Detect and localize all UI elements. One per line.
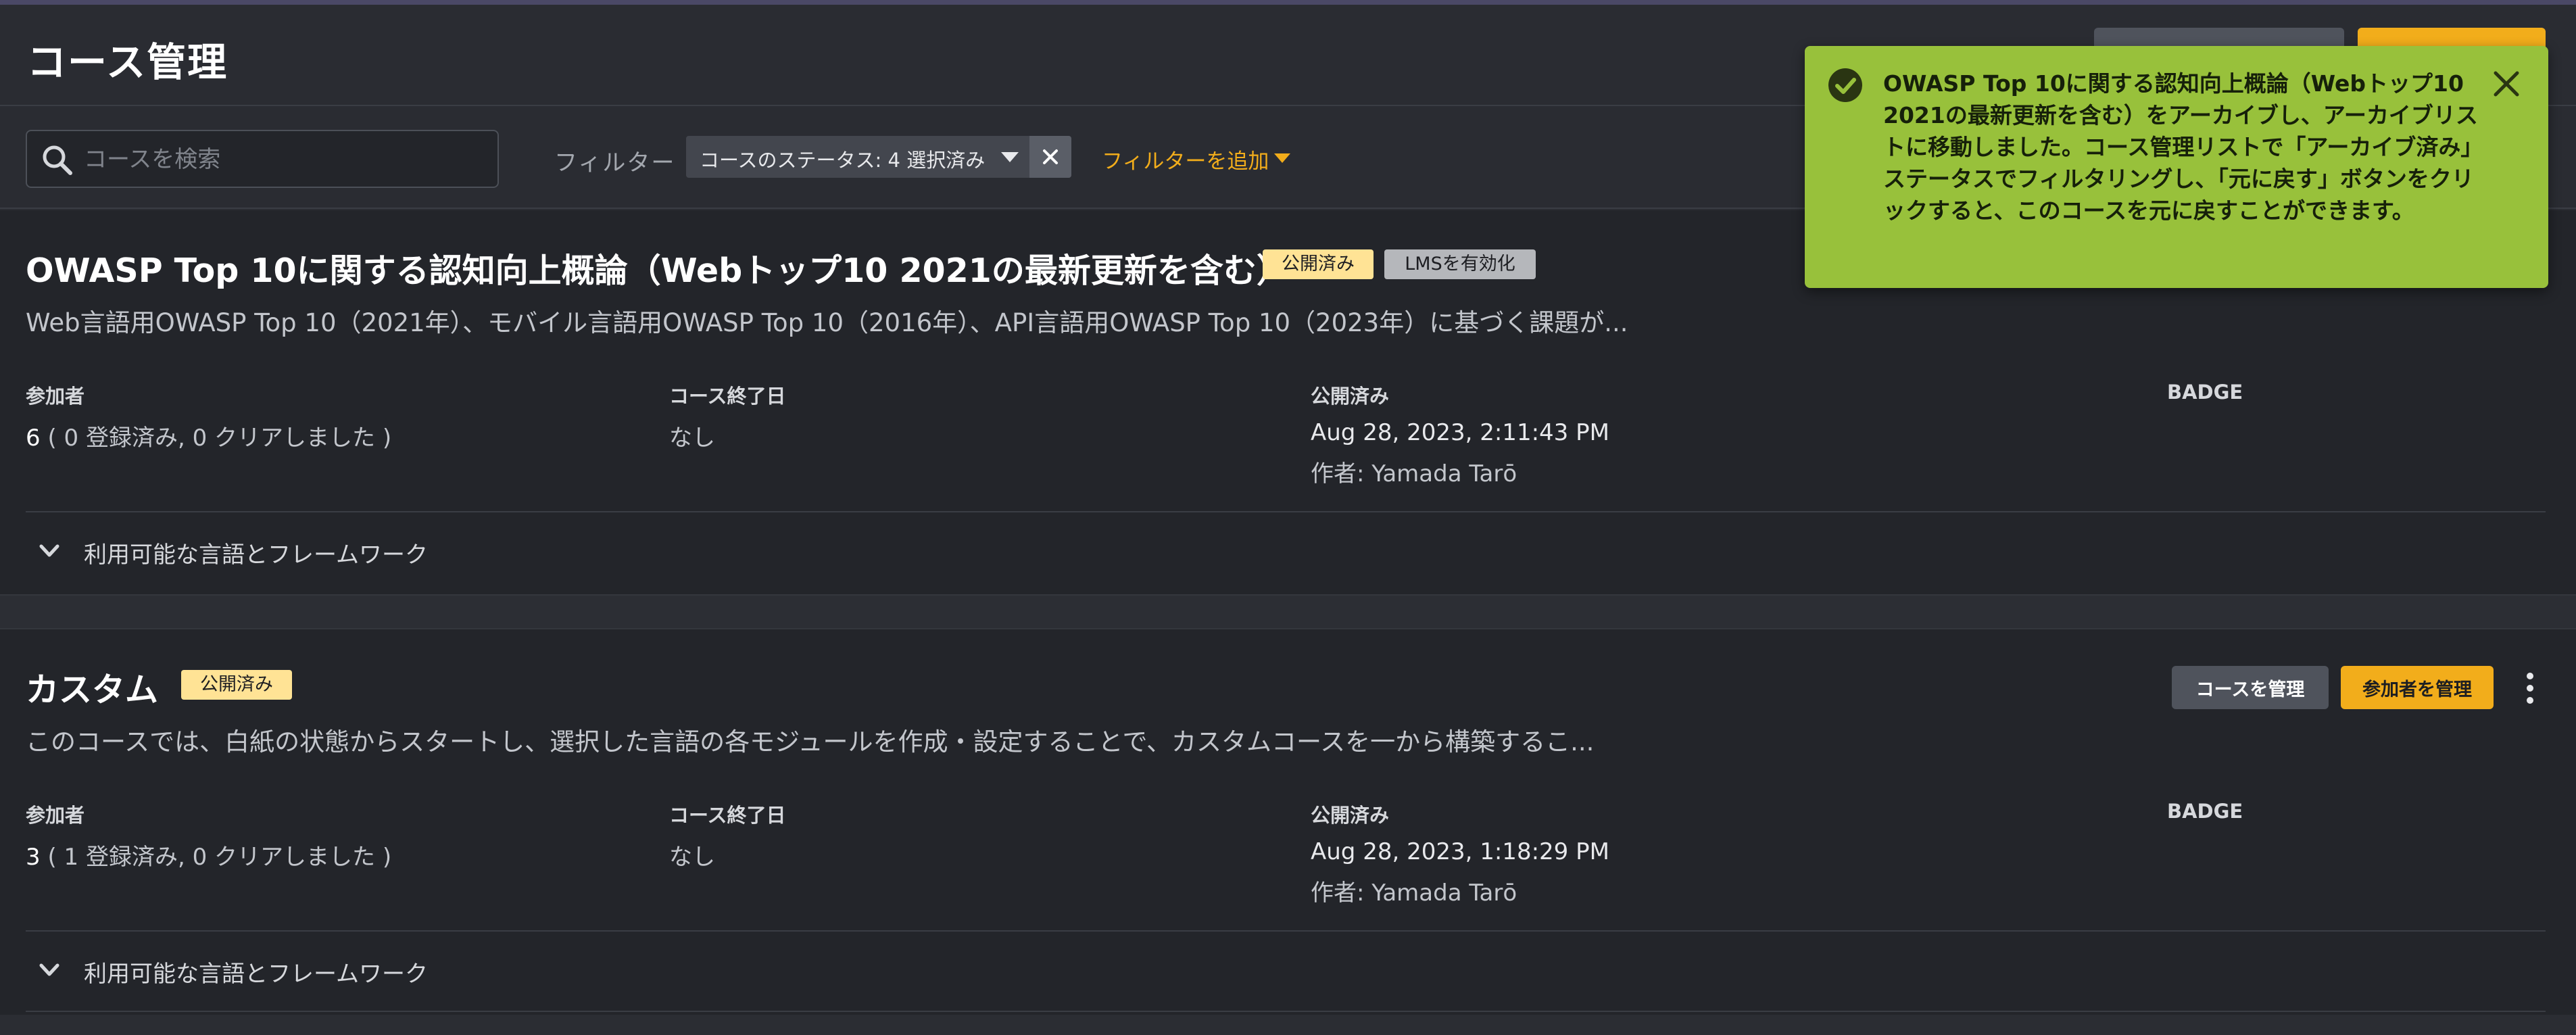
languages-expander[interactable]: 利用可能な言語とフレームワーク — [26, 950, 499, 990]
participants-count: 3 — [26, 844, 41, 871]
published-date: Aug 28, 2023, 1:18:29 PM — [1311, 838, 1609, 865]
status-badge: 公開済み — [181, 670, 292, 700]
course-description: Web言語用OWASP Top 10（2021年）、モバイル言語用OWASP T… — [26, 308, 1628, 337]
participants-label: 参加者 — [26, 804, 85, 827]
participants-count: 6 — [26, 425, 41, 452]
search-input[interactable] — [84, 141, 483, 178]
badge-label: BADGE — [2167, 800, 2243, 823]
chevron-down-icon — [39, 544, 59, 557]
end-date-label: コース終了日 — [669, 385, 786, 408]
participants-detail: ( 1 登録済み, 0 クリアしました ) — [47, 844, 392, 871]
archive-toast: OWASP Top 10に関する認知向上概論（Webトップ10 2021の最新更… — [1805, 46, 2548, 288]
course-description: このコースでは、白紙の状態からスタートし、選択した言語の各モジュールを作成・設定… — [26, 727, 1595, 756]
course-separator — [0, 594, 2576, 629]
course-title[interactable]: OWASP Top 10に関する認知向上概論（Webトップ10 2021の最新更… — [26, 244, 1290, 292]
divider — [26, 930, 2546, 932]
languages-expander[interactable]: 利用可能な言語とフレームワーク — [26, 531, 499, 571]
published-label: 公開済み — [1311, 804, 1390, 827]
status-badge: 公開済み — [1263, 249, 1374, 279]
add-filter-button[interactable]: フィルターを追加 — [1102, 144, 1269, 174]
divider — [26, 1011, 2546, 1012]
lms-badge: LMSを有効化 — [1384, 249, 1536, 279]
participants-value: 3 ( 1 登録済み, 0 クリアしました ) — [26, 838, 391, 871]
chevron-down-icon[interactable] — [1274, 153, 1290, 163]
manage-participants-button[interactable]: 参加者を管理 — [2341, 666, 2494, 709]
chevron-down-icon[interactable] — [1001, 152, 1019, 162]
toast-message: OWASP Top 10に関する認知向上概論（Webトップ10 2021の最新更… — [1883, 70, 2478, 224]
course-title[interactable]: カスタム — [26, 663, 158, 711]
filter-label: フィルター — [554, 149, 676, 176]
published-label: 公開済み — [1311, 385, 1390, 408]
check-circle-icon — [1828, 68, 1862, 102]
participants-value: 6 ( 0 登録済み, 0 クリアしました ) — [26, 419, 391, 452]
end-date-label: コース終了日 — [669, 804, 786, 827]
author: 作者: Yamada Tarō — [1311, 460, 1517, 487]
status-filter-chip-label: コースのステータス: 4 選択済み — [700, 149, 986, 172]
close-icon[interactable] — [2492, 69, 2521, 99]
participants-label: 参加者 — [26, 385, 85, 408]
remove-filter-button[interactable] — [1029, 136, 1071, 178]
end-date-value: なし — [669, 844, 715, 871]
languages-label: 利用可能な言語とフレームワーク — [84, 541, 428, 569]
more-options-icon[interactable] — [2520, 670, 2540, 706]
author: 作者: Yamada Tarō — [1311, 880, 1517, 907]
languages-label: 利用可能な言語とフレームワーク — [84, 961, 428, 988]
divider — [26, 511, 2546, 512]
course-card: カスタム 公開済み コースを管理 参加者を管理 このコースでは、白紙の状態からス… — [0, 629, 2576, 1015]
search-box[interactable] — [26, 130, 499, 188]
top-accent-line — [0, 0, 2576, 5]
page-title: コース管理 — [27, 39, 228, 85]
participants-detail: ( 0 登録済み, 0 クリアしました ) — [47, 425, 392, 452]
end-date-value: なし — [669, 425, 715, 452]
search-icon — [43, 145, 72, 175]
chevron-down-icon — [39, 963, 59, 976]
close-icon — [1043, 149, 1058, 164]
manage-course-button[interactable]: コースを管理 — [2172, 666, 2329, 709]
badge-label: BADGE — [2167, 381, 2243, 404]
status-filter-chip[interactable]: コースのステータス: 4 選択済み — [686, 136, 1071, 178]
published-date: Aug 28, 2023, 2:11:43 PM — [1311, 419, 1609, 446]
